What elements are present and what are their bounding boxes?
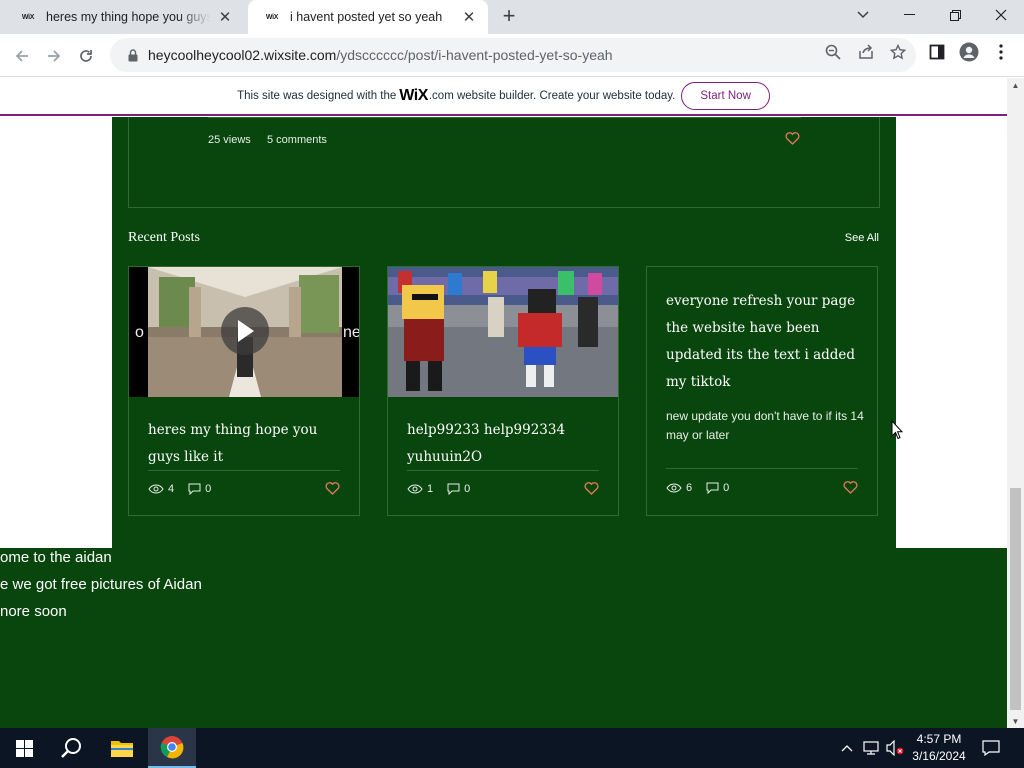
comment-icon [188,483,201,495]
video-thumbnail[interactable]: o ne [129,267,359,397]
tab-title: i havent posted yet so yeah [290,10,443,24]
volume-muted-icon[interactable] [884,728,906,768]
banner-text-before: This site was designed with the [237,90,397,102]
card-title[interactable]: help99233 help992334 yuhuuin2O [407,417,607,471]
recent-post-card[interactable]: help99233 help992334 yuhuuin2O 1 0 [387,266,619,516]
views-count: 6 [686,482,693,494]
comment-icon [447,483,460,495]
post-footer-box: 25 views 5 comments [128,117,880,208]
tray-chevron-icon[interactable] [838,728,856,768]
tab-title: heres my thing hope you guys like it [46,10,211,24]
clock-date: 3/16/2024 [912,749,966,763]
post-views: 25 views [208,134,251,146]
url-path: /ydscccccc/post/i-havent-posted-yet-so-y… [336,47,613,63]
menu-kebab-icon[interactable] [991,42,1011,62]
side-panel-icon[interactable] [927,42,947,62]
like-heart-icon[interactable] [785,132,800,148]
taskbar-clock[interactable]: 4:57 PM 3/16/2024 [905,731,973,765]
card-title[interactable]: heres my thing hope you guys like it [148,417,348,471]
tab-strip: WiX heres my thing hope you guys like it… [0,0,1024,34]
recent-posts-heading: Recent Posts [128,230,200,245]
comments-count: 0 [464,483,471,495]
card-stats: 4 0 [148,483,221,495]
forward-button[interactable] [40,42,68,70]
tab-heres-my-thing[interactable]: WiX heres my thing hope you guys like it… [4,0,246,34]
divider [208,117,801,118]
bookmark-star-icon[interactable] [888,42,908,62]
file-explorer-icon[interactable] [98,728,146,768]
like-heart-icon[interactable] [843,481,858,497]
reload-button[interactable] [72,42,100,70]
like-heart-icon[interactable] [584,482,599,498]
network-icon[interactable] [861,728,881,768]
new-tab-button[interactable]: + [497,5,521,29]
start-button[interactable] [0,728,48,768]
see-all-link[interactable]: See All [845,232,879,244]
svg-text:o: o [135,324,144,341]
zoom-icon[interactable] [823,42,843,62]
comments-count: 0 [723,482,730,494]
card-title[interactable]: everyone refresh your page the website h… [666,288,861,396]
footer-text-line: e we got free pictures of Aidan [0,576,202,593]
footer-section [0,548,1007,728]
wix-promo-banner: This site was designed with the WiX .com… [0,78,1007,116]
page-scrollbar[interactable]: ▲ ▼ [1007,78,1024,728]
eye-icon [666,483,682,493]
blog-section: 25 views 5 comments Recent Posts See All [112,117,896,548]
wix-favicon-icon: WiX [265,13,279,21]
tab-i-havent-posted[interactable]: WiX i havent posted yet so yeah ✕ [248,0,488,34]
lock-icon[interactable] [118,48,148,62]
tab-search-chevron-icon[interactable] [840,0,886,30]
wix-logo: WiX [399,87,428,104]
notifications-icon[interactable] [980,728,1002,768]
comments-count: 0 [205,483,212,495]
recent-post-card[interactable]: o ne heres my thing hope you guys like i… [128,266,360,516]
divider [407,470,599,471]
divider [666,468,858,469]
search-icon[interactable] [48,728,96,768]
comment-icon [706,482,719,494]
card-stats: 6 0 [666,482,739,494]
recent-post-card[interactable]: everyone refresh your page the website h… [646,266,878,516]
scroll-up-arrow-icon[interactable]: ▲ [1007,78,1024,92]
post-comments[interactable]: 5 comments [267,134,327,146]
url-text: heycoolheycool02.wixsite.com/ydscccccc/p… [148,47,613,63]
browser-toolbar: heycoolheycool02.wixsite.com/ydscccccc/p… [0,34,1024,77]
scroll-down-arrow-icon[interactable]: ▼ [1007,714,1024,728]
footer-text-line: ome to the aidan [0,549,112,566]
scrollbar-thumb[interactable] [1010,488,1021,710]
back-button[interactable] [8,42,36,70]
close-tab-icon[interactable]: ✕ [217,9,233,26]
close-window-button[interactable] [978,0,1024,30]
svg-text:ne: ne [343,324,359,341]
minimize-button[interactable] [886,0,932,30]
mouse-cursor-icon [891,420,903,440]
footer-text-line: nore soon [0,603,67,620]
eye-icon [148,484,164,494]
page-viewport: 25 views 5 comments Recent Posts See All [0,117,1007,728]
clock-time: 4:57 PM [916,732,962,746]
restore-button[interactable] [932,0,978,30]
divider [148,470,340,471]
views-count: 4 [168,483,175,495]
card-stats: 1 0 [407,483,480,495]
profile-avatar-icon[interactable] [959,42,979,62]
banner-text-after: .com website builder. Create your websit… [428,90,676,102]
address-bar[interactable]: heycoolheycool02.wixsite.com/ydscccccc/p… [110,38,916,72]
url-domain: heycoolheycool02.wixsite.com [148,47,337,63]
post-thumbnail[interactable] [388,267,618,397]
chrome-taskbar-icon[interactable] [148,728,196,768]
close-tab-icon[interactable]: ✕ [461,9,477,26]
like-heart-icon[interactable] [325,482,340,498]
windows-taskbar: 4:57 PM 3/16/2024 [0,728,1024,768]
start-now-button[interactable]: Start Now [681,82,770,110]
card-excerpt: new update you don't have to if its 14 m… [666,409,864,442]
eye-icon [407,484,423,494]
wix-favicon-icon: WiX [21,13,35,21]
share-icon[interactable] [856,42,876,62]
views-count: 1 [427,483,434,495]
